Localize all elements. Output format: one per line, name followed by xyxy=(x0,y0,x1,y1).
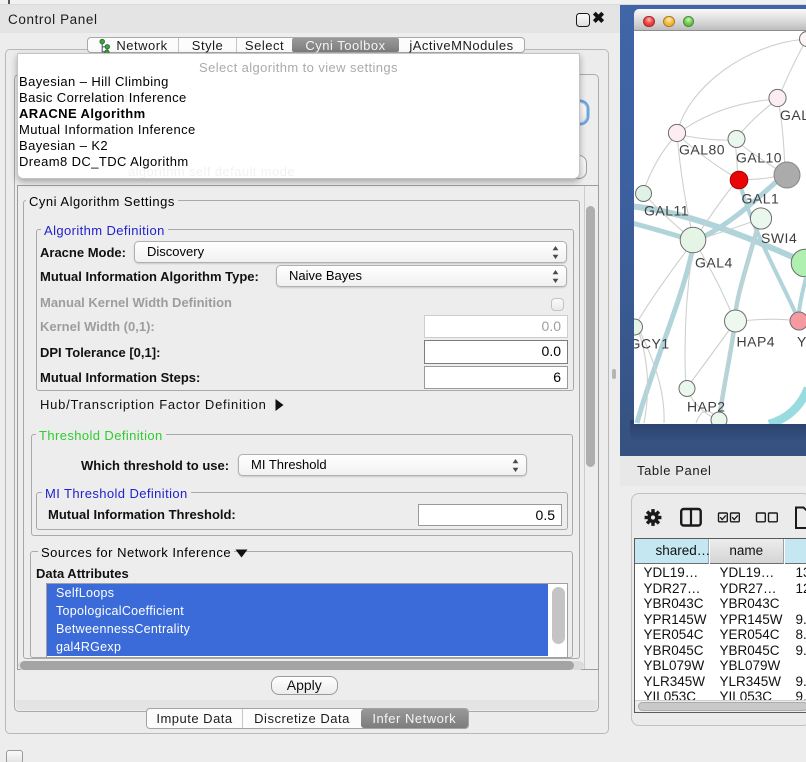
svg-text:HAP2: HAP2 xyxy=(687,399,726,415)
svg-text:GAL1: GAL1 xyxy=(742,191,780,207)
svg-text:GAL10: GAL10 xyxy=(736,150,782,166)
svg-text:Y: Y xyxy=(797,334,806,350)
svg-text:HAP4: HAP4 xyxy=(737,334,776,350)
svg-text:GAL11: GAL11 xyxy=(644,203,689,219)
svg-text:GAL2: GAL2 xyxy=(780,107,806,123)
svg-text:SWI4: SWI4 xyxy=(761,230,797,246)
svg-text:GCY1: GCY1 xyxy=(634,336,670,352)
svg-text:GAL80: GAL80 xyxy=(679,142,725,158)
svg-text:GAL4: GAL4 xyxy=(695,255,733,271)
